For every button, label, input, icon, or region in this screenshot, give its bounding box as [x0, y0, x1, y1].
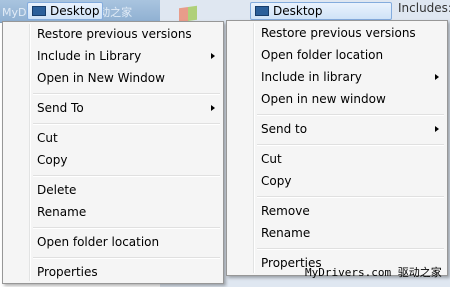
right-context-menu: Restore previous versions Open folder lo… [226, 20, 448, 276]
menu-item-rename[interactable]: Rename [3, 201, 223, 223]
menu-item-properties[interactable]: Properties [3, 261, 223, 283]
menu-item-include-in-library[interactable]: Include in Library [3, 45, 223, 67]
menu-separator [257, 196, 444, 198]
menu-item-label: Cut [261, 152, 282, 166]
submenu-arrow-icon [211, 53, 215, 59]
menu-item-open-folder-location[interactable]: Open folder location [3, 231, 223, 253]
menu-item-label: Cut [37, 131, 58, 145]
submenu-arrow-icon [211, 105, 215, 111]
menu-item-restore-previous-versions[interactable]: Restore previous versions [227, 22, 447, 44]
right-desktop-item[interactable]: Desktop [250, 2, 392, 20]
menu-separator [33, 93, 220, 95]
menu-item-label: Open in new window [261, 92, 386, 106]
menu-item-include-in-library[interactable]: Include in library [227, 66, 447, 88]
menu-item-cut[interactable]: Cut [227, 148, 447, 170]
menu-item-cut[interactable]: Cut [3, 127, 223, 149]
submenu-arrow-icon [435, 126, 439, 132]
menu-item-label: Restore previous versions [37, 27, 192, 41]
desktop-icon [32, 6, 46, 16]
menu-item-label: Send To [37, 101, 84, 115]
menu-separator [257, 114, 444, 116]
menu-item-open-folder-location[interactable]: Open folder location [227, 44, 447, 66]
menu-item-label: Rename [261, 226, 311, 240]
menu-item-label: Open folder location [37, 235, 160, 249]
menu-item-label: Remove [261, 204, 310, 218]
left-desktop-label: Desktop [50, 4, 100, 18]
watermark: MyDrivers.com 驱动之家 [305, 266, 442, 279]
menu-item-label: Properties [37, 265, 98, 279]
menu-item-open-in-new-window[interactable]: Open in New Window [3, 67, 223, 89]
windows-logo-icon [179, 5, 197, 23]
menu-item-label: Copy [37, 153, 68, 167]
menu-item-label: Rename [37, 205, 87, 219]
menu-separator [257, 248, 444, 250]
menu-separator [33, 175, 220, 177]
desktop-icon [255, 6, 269, 16]
menu-separator [257, 144, 444, 146]
menu-item-label: Open in New Window [37, 71, 165, 85]
menu-item-restore-previous-versions[interactable]: Restore previous versions [3, 23, 223, 45]
right-desktop-label: Desktop [273, 4, 323, 18]
menu-item-rename[interactable]: Rename [227, 222, 447, 244]
menu-item-label: Include in library [261, 70, 362, 84]
menu-separator [33, 227, 220, 229]
menu-item-copy[interactable]: Copy [3, 149, 223, 171]
menu-item-label: Open folder location [261, 48, 384, 62]
submenu-arrow-icon [435, 74, 439, 80]
menu-item-label: Copy [261, 174, 292, 188]
menu-item-send-to[interactable]: Send to [227, 118, 447, 140]
includes-label: Includes: [398, 1, 450, 15]
menu-separator [33, 257, 220, 259]
left-context-menu: Restore previous versions Include in Lib… [2, 21, 224, 284]
menu-item-label: Restore previous versions [261, 26, 416, 40]
menu-item-label: Send to [261, 122, 308, 136]
menu-item-label: Delete [37, 183, 77, 197]
menu-item-open-in-new-window[interactable]: Open in new window [227, 88, 447, 110]
menu-item-send-to[interactable]: Send To [3, 97, 223, 119]
menu-item-delete[interactable]: Delete [3, 179, 223, 201]
menu-item-remove[interactable]: Remove [227, 200, 447, 222]
menu-separator [33, 123, 220, 125]
menu-item-label: Include in Library [37, 49, 142, 63]
left-desktop-item[interactable]: Desktop [27, 2, 103, 20]
menu-item-copy[interactable]: Copy [227, 170, 447, 192]
